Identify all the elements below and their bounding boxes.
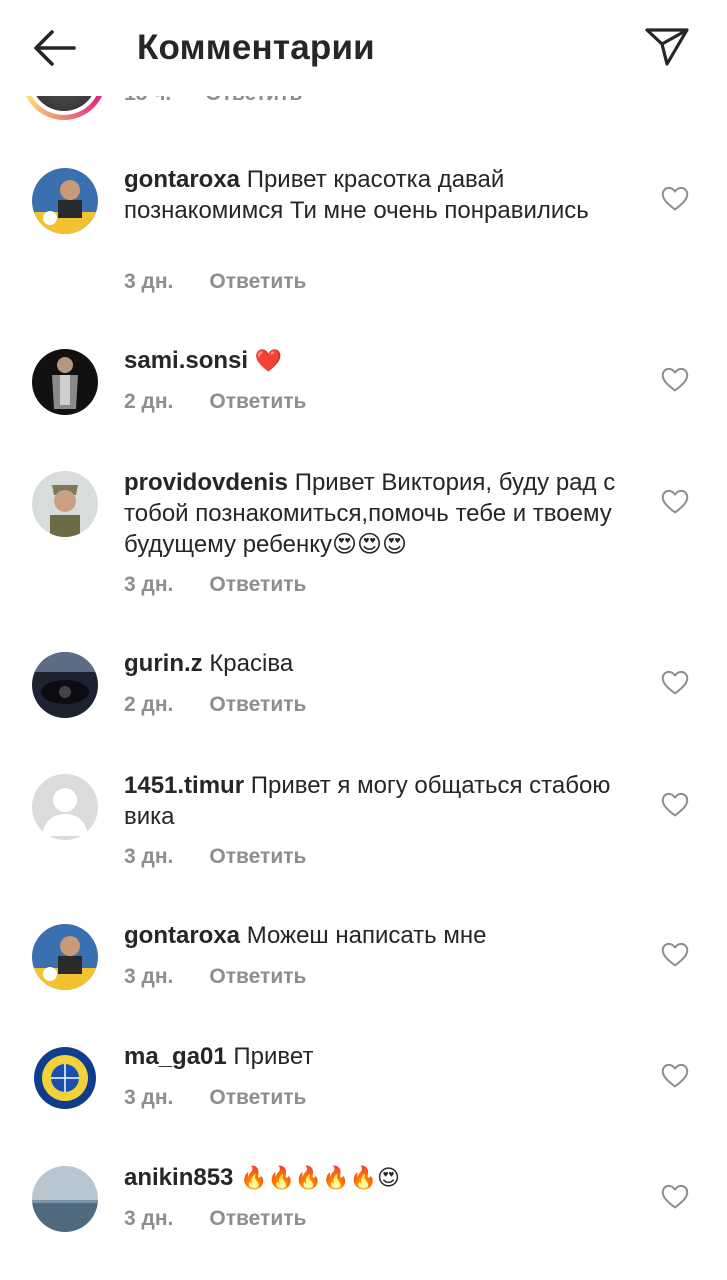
comment-username[interactable]: 1451.timur <box>124 772 244 799</box>
avatar[interactable] <box>32 774 98 840</box>
comment-text: providovdenis Привет Виктория, буду рад … <box>124 467 634 560</box>
back-button[interactable] <box>30 26 78 70</box>
comment-time: 3 дн. <box>124 573 174 596</box>
heart-icon[interactable] <box>661 942 689 968</box>
comment-username[interactable]: anikin853 <box>124 1164 233 1191</box>
comment-time: 3 дн. <box>124 270 174 293</box>
reply-button[interactable]: Ответить <box>209 965 306 988</box>
heart-icon[interactable] <box>661 1184 689 1210</box>
reply-button[interactable]: Ответить <box>209 573 306 596</box>
heart-icon[interactable] <box>661 1063 689 1089</box>
comment-time: 2 дн. <box>124 693 174 716</box>
avatar[interactable] <box>32 924 98 990</box>
comment-body: ❤️ <box>254 349 283 374</box>
comment-username[interactable]: gontaroxa <box>124 922 240 949</box>
reply-button[interactable]: Ответить <box>209 845 306 868</box>
avatar-image <box>32 1166 98 1232</box>
comment-body: Привет <box>233 1043 314 1070</box>
avatar[interactable] <box>32 652 98 718</box>
avatar-image <box>32 471 98 537</box>
emblem-avatar-icon <box>32 1045 98 1111</box>
heart-icon[interactable] <box>661 670 689 696</box>
comment-username[interactable]: sami.sonsi <box>124 347 248 374</box>
comment-time: 3 дн. <box>124 1207 174 1230</box>
comment-meta: 3 дн. Ответить <box>124 573 306 597</box>
share-button[interactable] <box>643 24 691 68</box>
comment-text: sami.sonsi ❤️ <box>124 345 634 377</box>
comment-meta: 2 дн. Ответить <box>124 693 306 717</box>
heart-icon[interactable] <box>661 489 689 515</box>
heart-icon[interactable] <box>661 792 689 818</box>
avatar[interactable] <box>32 349 98 415</box>
default-avatar-icon <box>32 774 98 840</box>
comment-time: 2 дн. <box>124 390 174 413</box>
arrow-left-icon <box>34 30 76 66</box>
comment-text: ma_ga01 Привет <box>124 1041 634 1072</box>
comment-text: gontaroxa Можеш написать мне <box>124 920 634 951</box>
comment-text: 1451.timur Привет я могу общаться стабою… <box>124 770 634 832</box>
reply-button[interactable]: Ответить <box>209 1086 306 1109</box>
comment-text: anikin853 🔥🔥🔥🔥🔥😍 <box>124 1162 634 1194</box>
reply-button[interactable]: Ответить <box>209 390 306 413</box>
avatar[interactable] <box>32 471 98 537</box>
comment-body: 🔥🔥🔥🔥🔥😍 <box>240 1166 400 1191</box>
comment-meta: 3 дн. Ответить <box>124 1086 306 1110</box>
comment-meta: 3 дн. Ответить <box>124 965 306 989</box>
comment-meta: 3 дн. Ответить <box>124 270 306 294</box>
avatar-image <box>32 924 98 990</box>
reply-button[interactable]: Ответить <box>209 270 306 293</box>
top-bar: Комментарии <box>0 0 727 96</box>
comment-meta: 3 дн. Ответить <box>124 1207 306 1231</box>
comment-body: Можеш написать мне <box>246 922 487 949</box>
comment-time: 3 дн. <box>124 965 174 988</box>
comment-username[interactable]: providovdenis <box>124 469 288 496</box>
comment-meta: 3 дн. Ответить <box>124 845 306 869</box>
heart-icon[interactable] <box>661 367 689 393</box>
comment-username[interactable]: gontaroxa <box>124 166 240 193</box>
avatar-image <box>32 349 98 415</box>
paper-plane-icon <box>645 28 689 66</box>
page-title: Комментарии <box>137 28 375 67</box>
comment-username[interactable]: ma_ga01 <box>124 1043 227 1070</box>
avatar-image <box>32 168 98 234</box>
avatar[interactable] <box>32 1166 98 1232</box>
comment-text: gontaroxa Привет красотка давай познаком… <box>124 164 634 226</box>
heart-icon[interactable] <box>661 186 689 212</box>
avatar-image <box>32 652 98 718</box>
avatar[interactable] <box>32 168 98 234</box>
comment-username[interactable]: gurin.z <box>124 650 203 677</box>
comment-meta: 2 дн. Ответить <box>124 390 306 414</box>
comment-time: 3 дн. <box>124 845 174 868</box>
reply-button[interactable]: Ответить <box>209 1207 306 1230</box>
reply-button[interactable]: Ответить <box>209 693 306 716</box>
comment-text: gurin.z Красіва <box>124 648 634 679</box>
comment-time: 3 дн. <box>124 1086 174 1109</box>
avatar[interactable] <box>32 1045 98 1111</box>
comment-body: Красіва <box>209 650 294 677</box>
